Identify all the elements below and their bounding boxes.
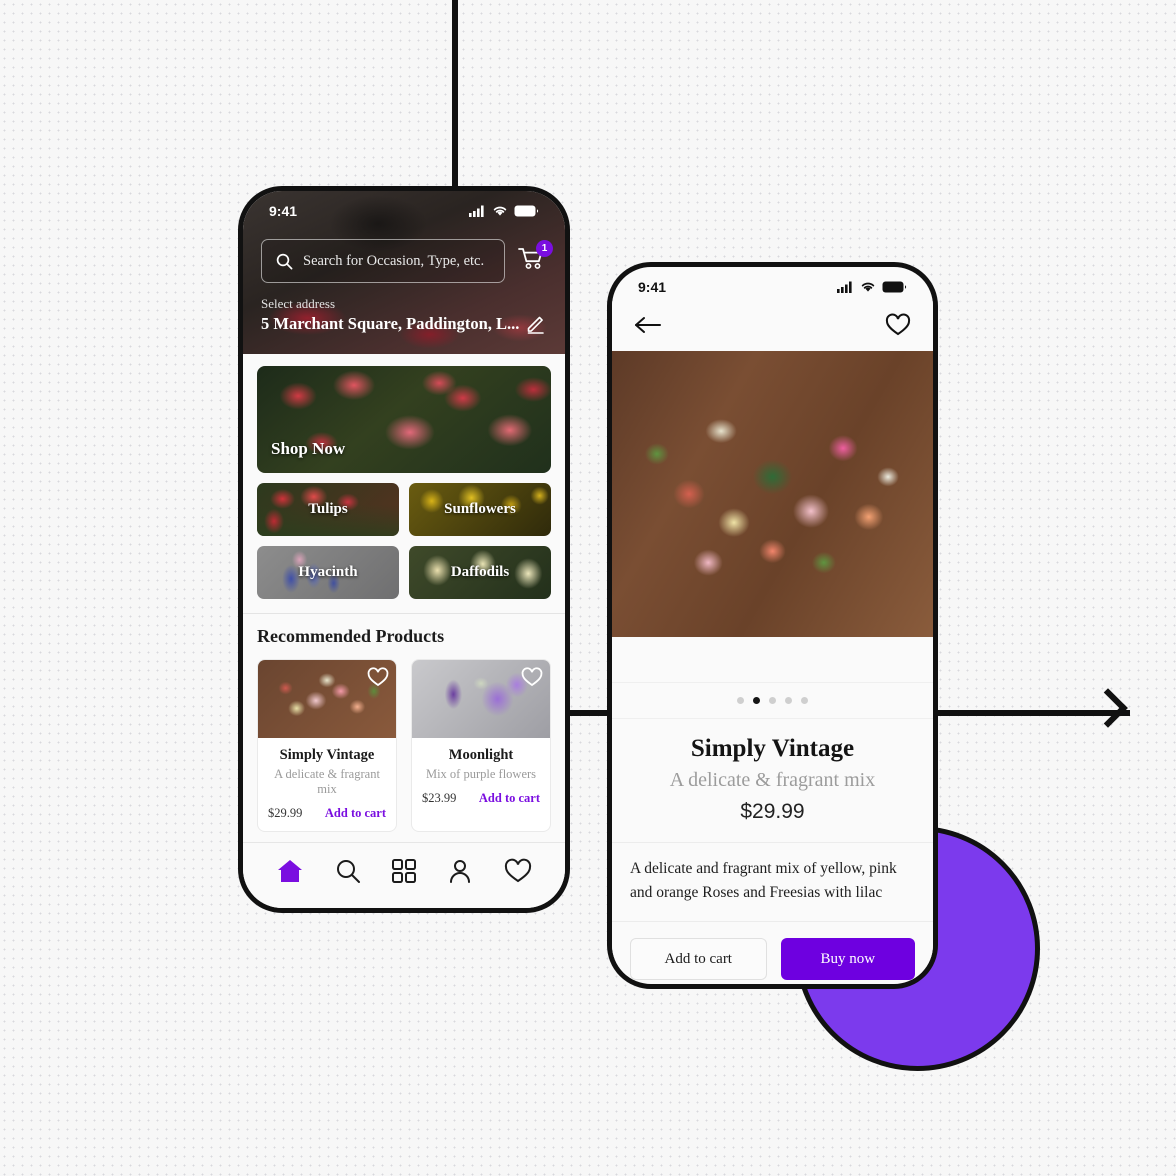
product-description: A delicate & fragrant mix — [274, 766, 380, 796]
category-grid: Tulips Sunflowers Hyacinth Daffodils — [257, 482, 551, 599]
product-card[interactable]: Simply Vintage A delicate & fragrant mix… — [257, 658, 397, 832]
status-time: 9:41 — [269, 203, 298, 219]
product-description: Mix of purple flowers — [425, 766, 537, 781]
search-row: Search for Occasion, Type, etc. 1 — [243, 225, 565, 289]
product-thumbnail — [412, 659, 550, 738]
product-price: $29.99 — [740, 800, 805, 823]
arrow-left-icon[interactable] — [634, 315, 662, 335]
product-subtitle: A delicate & fragrant mix — [669, 769, 876, 791]
add-to-cart-button[interactable]: Add to cart — [630, 938, 767, 981]
category-tile-tulips[interactable]: Tulips — [257, 482, 399, 536]
arrow-right-icon — [1088, 688, 1128, 728]
category-label: Daffodils — [450, 563, 510, 580]
gallery-dot[interactable] — [769, 697, 776, 704]
product-price: $23.99 — [422, 790, 457, 805]
home-body: Shop Now Tulips Sunflowers Hyacinth Daff… — [243, 365, 565, 832]
product-info: Moonlight Mix of purple flowers $23.99 A… — [412, 738, 550, 816]
home-header: 9:41 Search for Occasion, Type, etc. 1 S… — [243, 191, 565, 354]
hero-label: Shop Now — [271, 438, 346, 458]
tab-grid-icon[interactable] — [391, 858, 417, 884]
heart-outline-icon[interactable] — [367, 667, 389, 687]
product-description: A delicate and fragrant mix of yellow, p… — [612, 843, 933, 923]
product-title: Simply Vintage — [690, 735, 855, 762]
wifi-icon — [861, 282, 875, 292]
product-name: Moonlight — [448, 746, 514, 763]
battery-icon — [514, 205, 539, 217]
category-label: Tulips — [308, 500, 348, 517]
detail-nav-bar — [612, 301, 933, 351]
product-action-bar: Add to cart Buy now — [612, 922, 933, 981]
address-value: 5 Marchant Square, Paddington, L... — [261, 313, 520, 333]
product-footer: $23.99 Add to cart — [420, 791, 542, 806]
product-hero-image — [612, 351, 933, 637]
wifi-icon — [493, 206, 507, 216]
cellular-signal-icon — [469, 205, 484, 217]
category-label: Hyacinth — [298, 563, 358, 580]
battery-icon — [882, 281, 907, 293]
recommended-product-grid: Simply Vintage A delicate & fragrant mix… — [257, 658, 551, 832]
address-selector[interactable]: Select address 5 Marchant Square, Paddin… — [243, 289, 565, 344]
heart-outline-icon[interactable] — [885, 313, 911, 337]
address-label: Select address — [261, 296, 336, 311]
cart-button[interactable]: 1 — [517, 240, 553, 277]
gallery-dot[interactable] — [801, 697, 808, 704]
address-text-block: Select address 5 Marchant Square, Paddin… — [261, 295, 519, 334]
phone-product-detail-screen: 9:41 Simply Vintage A delicate & fragran… — [607, 262, 938, 989]
category-tile-hyacinth[interactable]: Hyacinth — [257, 545, 399, 599]
gallery-dot[interactable] — [737, 697, 744, 704]
cellular-signal-icon — [837, 281, 852, 293]
phone-home-screen: 9:41 Search for Occasion, Type, etc. 1 S… — [238, 186, 570, 913]
recommended-section-title: Recommended Products — [257, 625, 445, 646]
status-bar: 9:41 — [243, 191, 565, 225]
status-time: 9:41 — [638, 279, 667, 295]
hero-shop-now-banner[interactable]: Shop Now — [257, 365, 551, 473]
tab-wishlist-heart-icon[interactable] — [504, 858, 532, 884]
buy-now-button[interactable]: Buy now — [780, 938, 915, 981]
category-tile-daffodils[interactable]: Daffodils — [409, 545, 551, 599]
tab-home-icon[interactable] — [276, 858, 304, 884]
tab-search-icon[interactable] — [335, 858, 361, 884]
tab-person-icon[interactable] — [447, 858, 473, 884]
cart-badge: 1 — [536, 240, 553, 257]
heart-outline-icon[interactable] — [521, 667, 543, 687]
search-placeholder: Search for Occasion, Type, etc. — [303, 252, 485, 269]
category-label: Sunflowers — [444, 500, 516, 517]
product-footer: $29.99 Add to cart — [266, 806, 388, 821]
gallery-spacer — [612, 637, 933, 683]
gallery-dot-active[interactable] — [753, 697, 760, 704]
product-info: Simply Vintage A delicate & fragrant mix… — [258, 738, 396, 831]
add-to-cart-button[interactable]: Add to cart — [479, 791, 540, 806]
status-icons — [837, 281, 907, 293]
pencil-edit-icon[interactable] — [525, 312, 547, 334]
product-price: $29.99 — [268, 805, 303, 820]
product-name: Simply Vintage — [279, 746, 375, 763]
status-bar: 9:41 — [612, 267, 933, 301]
flow-line-vertical — [452, 0, 458, 190]
gallery-dot[interactable] — [785, 697, 792, 704]
gallery-dots — [612, 683, 933, 719]
search-icon — [276, 253, 293, 269]
product-thumbnail — [258, 659, 396, 738]
product-card[interactable]: Moonlight Mix of purple flowers $23.99 A… — [411, 658, 551, 832]
add-to-cart-button[interactable]: Add to cart — [325, 806, 386, 821]
category-tile-sunflowers[interactable]: Sunflowers — [409, 482, 551, 536]
bottom-tab-bar — [243, 842, 565, 908]
search-input[interactable]: Search for Occasion, Type, etc. — [261, 239, 505, 283]
status-icons — [469, 205, 539, 217]
product-meta: Simply Vintage A delicate & fragrant mix… — [612, 719, 933, 843]
